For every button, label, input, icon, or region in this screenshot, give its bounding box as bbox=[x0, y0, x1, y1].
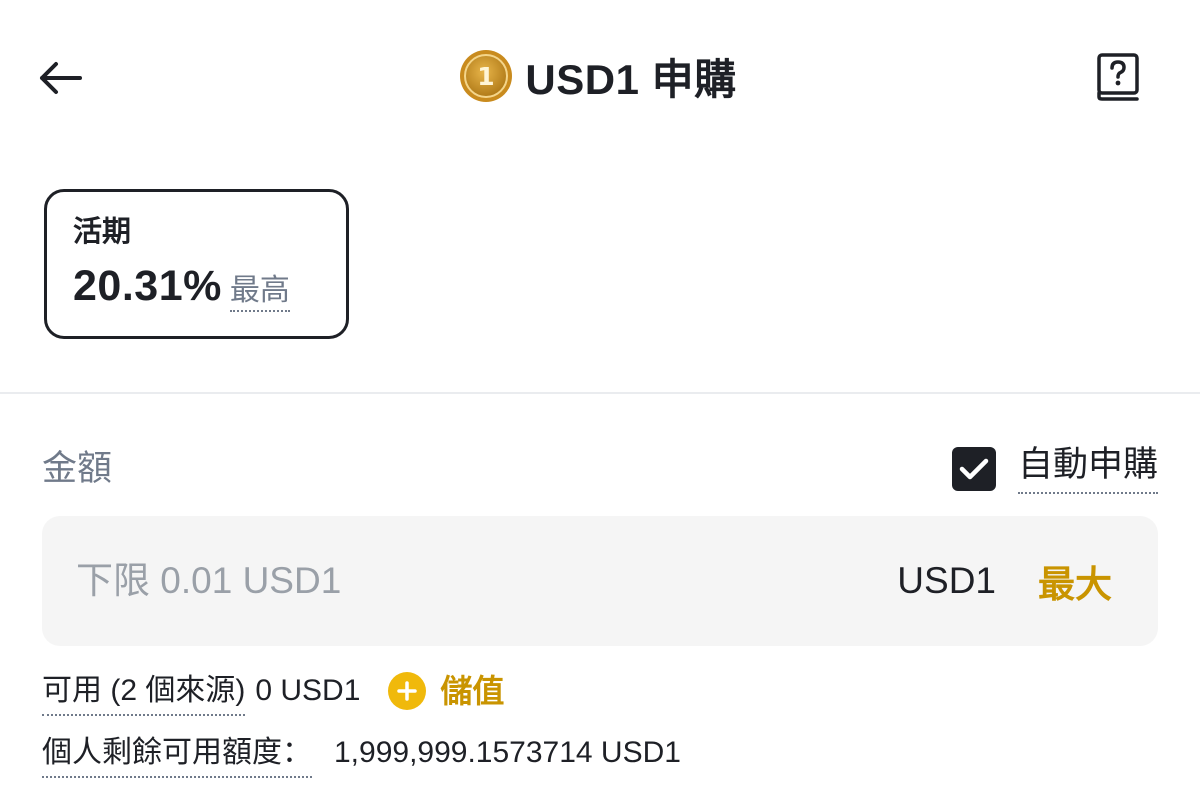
amount-unit: USD1 bbox=[897, 560, 996, 601]
section-divider bbox=[0, 392, 1200, 394]
apr-max-note[interactable]: 最高 bbox=[229, 274, 290, 312]
help-button[interactable] bbox=[1090, 48, 1146, 106]
coin-glyph: 1 bbox=[478, 62, 495, 91]
help-book-icon bbox=[1097, 53, 1139, 101]
max-button[interactable]: 最大 bbox=[1038, 554, 1112, 608]
apr-row: 20.31% 最高 bbox=[73, 262, 320, 312]
apr-value: 20.31% bbox=[73, 262, 222, 310]
usd1-coin-icon: 1 bbox=[460, 50, 513, 102]
available-label[interactable]: 可用 (2 個來源) bbox=[42, 672, 246, 716]
page-header: 1 USD1 申購 bbox=[0, 44, 1200, 108]
product-type-label: 活期 bbox=[73, 216, 132, 248]
remaining-quota-value: 1,999,999.1573714 USD1 bbox=[334, 736, 681, 769]
amount-label: 金額 bbox=[42, 449, 113, 488]
page-title: USD1 申購 bbox=[525, 55, 737, 103]
check-icon bbox=[959, 458, 989, 480]
product-card-flexible[interactable]: 活期 20.31% 最高 bbox=[44, 189, 349, 339]
auto-subscribe-checkbox[interactable] bbox=[951, 447, 996, 491]
available-balance-row: 可用 (2 個來源) 0 USD1 儲值 bbox=[42, 672, 504, 716]
auto-subscribe-toggle: 自動申購 bbox=[951, 444, 1158, 494]
deposit-button[interactable]: 儲值 bbox=[388, 672, 504, 716]
subscribe-page: 1 USD1 申購 活期 20.31% 最高 金額 自動申購 USD1 bbox=[0, 0, 1200, 812]
auto-subscribe-label[interactable]: 自動申購 bbox=[1017, 444, 1158, 494]
remaining-quota-row: 個人剩餘可用額度： 1,999,999.1573714 USD1 bbox=[42, 734, 681, 778]
amount-input[interactable] bbox=[76, 551, 898, 611]
available-value: 0 USD1 bbox=[255, 674, 361, 707]
plus-circle-icon bbox=[388, 672, 427, 710]
amount-input-box: USD1 最大 bbox=[42, 516, 1158, 646]
deposit-label: 儲值 bbox=[440, 673, 505, 709]
remaining-quota-label[interactable]: 個人剩餘可用額度： bbox=[42, 734, 312, 778]
